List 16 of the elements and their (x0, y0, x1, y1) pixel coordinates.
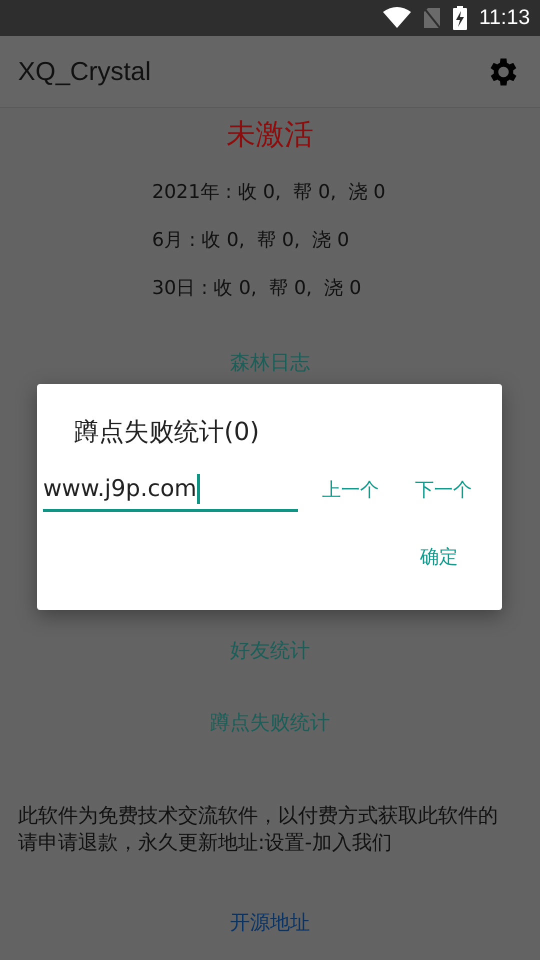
notice-text: 此软件为免费技术交流软件，以付费方式获取此软件的请申请退款，永久更新地址:设置-加入我们 (18, 802, 499, 856)
confirm-button[interactable]: 确定 (410, 536, 468, 578)
stats-line: 30日 : 收 0, 帮 0, 浇 0 (152, 276, 362, 301)
battery-charging-icon (453, 6, 467, 30)
stats-line: 6月 : 收 0, 帮 0, 浇 0 (152, 228, 350, 253)
clock-time: 11:13 (479, 6, 530, 30)
input-field[interactable]: www.j9p.com (43, 468, 298, 512)
previous-button[interactable]: 上一个 (312, 469, 389, 511)
next-button[interactable]: 下一个 (405, 469, 482, 511)
wifi-icon (383, 7, 411, 29)
url-link[interactable]: 开源地址 (230, 908, 310, 936)
activation-status: 未激活 (226, 116, 314, 153)
app-title: XQ_Crystal (18, 56, 151, 87)
no-sim-icon (423, 7, 441, 29)
stats-line: 2021年 : 收 0, 帮 0, 浇 0 (152, 180, 386, 205)
dialog-title: 蹲点失败统计(0) (74, 416, 260, 448)
